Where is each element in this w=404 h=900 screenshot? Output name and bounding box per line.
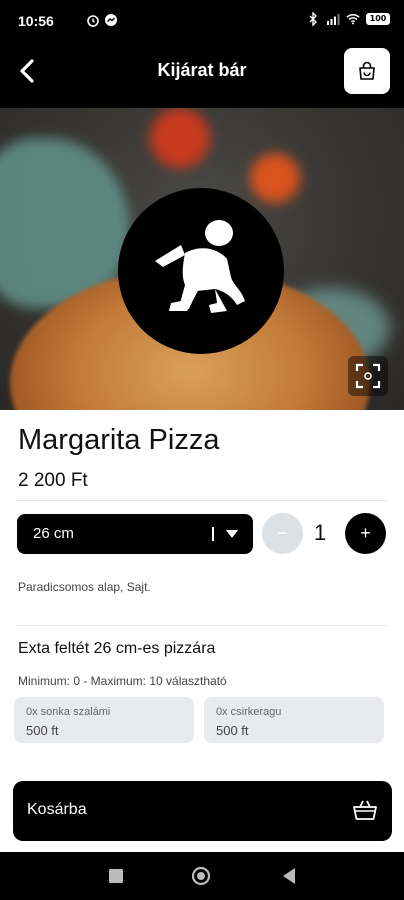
extras-limits: Minimum: 0 - Maximum: 10 választható <box>18 674 227 688</box>
home-icon[interactable] <box>191 866 211 886</box>
expand-icon <box>355 363 381 389</box>
chevron-down-icon <box>226 530 238 538</box>
shopping-bag-icon <box>359 61 375 80</box>
quantity-decrease-button[interactable]: − <box>262 513 303 554</box>
basket-icon <box>353 800 377 820</box>
add-to-cart-button[interactable]: Kosárba <box>13 781 392 841</box>
divider <box>16 625 388 626</box>
extra-option-price: 500 ft <box>26 723 59 738</box>
extra-option-name: 0x csirkeragu <box>216 706 282 718</box>
screen: 10:56 100 Kijárat bár Margarita Pizza 2 … <box>0 0 404 900</box>
cart-button[interactable] <box>344 48 390 94</box>
bluetooth-icon <box>309 12 317 26</box>
status-time: 10:56 <box>18 13 54 29</box>
minus-icon: − <box>277 523 288 543</box>
venue-logo <box>118 188 284 354</box>
quantity-increase-button[interactable]: + <box>345 513 386 554</box>
extra-option-name: 0x sonka szalámi <box>26 706 111 718</box>
hero-pepper <box>150 108 210 168</box>
system-nav-bar <box>0 852 404 900</box>
product-name: Margarita Pizza <box>18 424 220 456</box>
extra-option[interactable]: 0x csirkeragu 500 ft <box>204 697 384 743</box>
signal-icon <box>327 14 340 25</box>
status-left-icons <box>60 13 118 27</box>
status-right-icons: 100 <box>306 12 390 26</box>
size-select-value: 26 cm <box>33 525 74 542</box>
wifi-icon <box>346 14 360 25</box>
divider <box>16 500 388 501</box>
fullscreen-button[interactable] <box>348 356 388 396</box>
app-header: Kijárat bár <box>0 42 404 108</box>
recents-icon[interactable] <box>106 866 126 886</box>
messenger-icon <box>105 14 117 26</box>
extra-option[interactable]: 0x sonka szalámi 500 ft <box>14 697 194 743</box>
hero-pepper-2 <box>250 153 300 203</box>
add-to-cart-label: Kosárba <box>27 801 87 818</box>
extras-title: Exta feltét 26 cm-es pizzára <box>18 640 216 657</box>
size-select[interactable]: 26 cm <box>17 514 253 554</box>
product-ingredients: Paradicsomos alap, Sajt. <box>18 580 151 594</box>
plus-icon: + <box>360 523 371 543</box>
size-select-separator <box>212 527 214 541</box>
crouching-person-icon <box>155 220 245 313</box>
status-bar: 10:56 100 <box>0 0 404 42</box>
battery-icon: 100 <box>366 13 390 25</box>
extra-option-price: 500 ft <box>216 723 249 738</box>
back-nav-icon[interactable] <box>280 866 300 886</box>
product-price: 2 200 Ft <box>18 470 88 491</box>
quantity-value: 1 <box>314 520 327 545</box>
alarm-icon <box>87 15 99 27</box>
